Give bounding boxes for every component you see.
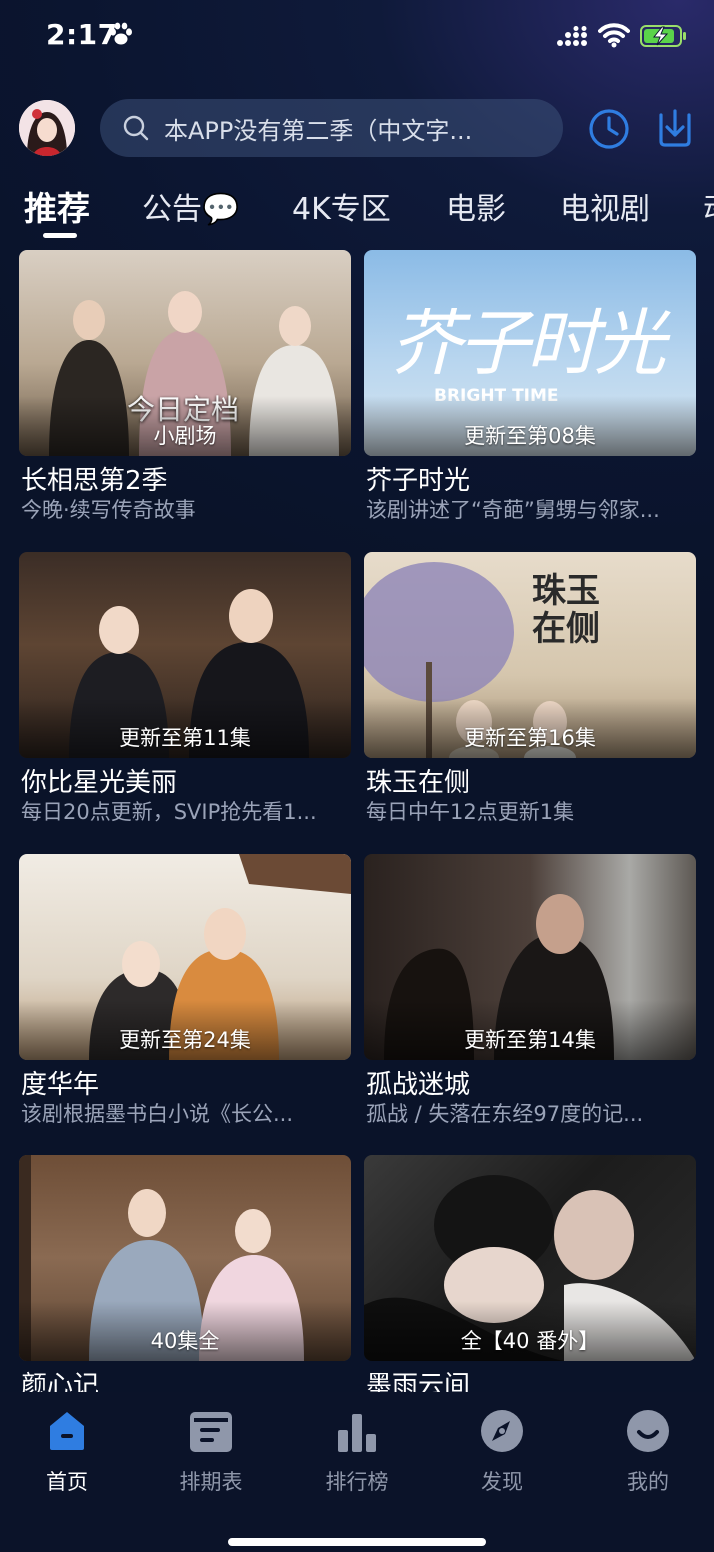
episode-badge: 更新至第08集: [464, 424, 596, 448]
card-title: 芥子时光: [366, 466, 471, 496]
nav-schedule[interactable]: 排期表: [161, 1408, 261, 1496]
home-icon: [50, 1412, 84, 1450]
home-indicator[interactable]: [228, 1538, 486, 1546]
compass-icon: [481, 1410, 523, 1452]
battery-charging-icon: [640, 25, 686, 47]
episode-badge: 更新至第24集: [119, 1028, 251, 1052]
video-card[interactable]: 芥子时光 BRIGHT TIME 更新至第08集 芥子时光 该剧讲述了“奇葩”舅…: [364, 250, 696, 522]
nav-label: 我的: [627, 1470, 669, 1494]
card-title: 你比星光美丽: [21, 768, 178, 798]
episode-badge: 40集全: [150, 1329, 220, 1353]
poster-image: 芥子时光 BRIGHT TIME 更新至第08集: [364, 250, 696, 456]
cellular-signal-icon: [557, 26, 587, 46]
nav-label: 排期表: [179, 1470, 243, 1494]
card-subtitle: 孤战 / 失落在东经97度的记...: [366, 1102, 644, 1126]
card-subtitle: 今晚·续写传奇故事: [21, 498, 196, 522]
tab-recommend[interactable]: 推荐: [24, 182, 90, 230]
category-tabs: 推荐 公告💬 4K专区 电影 电视剧 动: [0, 180, 714, 240]
episode-badge: 小剧场: [153, 424, 217, 448]
paw-icon: [110, 22, 132, 45]
search-icon: [123, 115, 149, 141]
nav-home[interactable]: 首页: [17, 1408, 117, 1496]
card-subtitle: 每日中午12点更新1集: [366, 800, 575, 824]
search-placeholder: 本APP没有第二季（中文字...: [164, 116, 473, 145]
nav-label: 首页: [46, 1470, 88, 1494]
tab-tv-series[interactable]: 电视剧: [560, 184, 650, 228]
nav-label: 发现: [481, 1470, 523, 1494]
poster-caption: 芥子时光: [390, 301, 666, 385]
poster-caption: 珠玉在侧: [532, 571, 600, 649]
card-subtitle: 每日20点更新，SVIP抢先看1...: [21, 800, 317, 824]
active-tab-indicator: [43, 233, 77, 238]
card-title: 孤战迷城: [366, 1070, 471, 1100]
video-card[interactable]: 40集全 颜心记: [19, 1155, 351, 1401]
status-time: 2:17: [46, 18, 118, 51]
card-subtitle: 该剧根据墨书白小说《长公...: [21, 1102, 294, 1126]
episode-badge: 更新至第14集: [464, 1028, 596, 1052]
poster-image: 全【40 番外】: [364, 1155, 696, 1361]
video-card[interactable]: 珠玉在侧 更新至第16集 珠玉在侧 每日中午12点更新1集: [364, 552, 696, 824]
download-icon[interactable]: [653, 105, 697, 149]
episode-badge: 更新至第11集: [119, 726, 251, 750]
tab-4k[interactable]: 4K专区: [292, 184, 391, 228]
poster-image: 更新至第14集: [364, 854, 696, 1060]
poster-image: 今日定档 小剧场: [19, 250, 351, 456]
poster-image: 更新至第11集: [19, 552, 351, 758]
nav-profile[interactable]: 我的: [598, 1408, 698, 1496]
video-card[interactable]: 更新至第11集 你比星光美丽 每日20点更新，SVIP抢先看1...: [19, 552, 351, 824]
video-card[interactable]: 更新至第14集 孤战迷城 孤战 / 失落在东经97度的记...: [364, 854, 696, 1126]
episode-badge: 更新至第16集: [464, 726, 596, 750]
nav-label: 排行榜: [325, 1470, 389, 1494]
bottom-navigation: 首页 排期表 排行榜 发现 我的: [0, 1392, 714, 1552]
search-bar[interactable]: 本APP没有第二季（中文字...: [100, 99, 563, 157]
history-clock-icon[interactable]: [587, 107, 631, 151]
wifi-icon: [598, 23, 630, 48]
avatar-image: [19, 100, 75, 156]
nav-ranking[interactable]: 排行榜: [307, 1408, 407, 1496]
card-title: 度华年: [21, 1070, 100, 1100]
tab-announcement[interactable]: 公告💬: [142, 184, 239, 228]
profile-icon: [627, 1410, 669, 1452]
video-card[interactable]: 全【40 番外】 墨雨云间: [364, 1155, 696, 1401]
episode-badge: 全【40 番外】: [460, 1329, 600, 1353]
ranking-icon: [338, 1414, 376, 1452]
card-subtitle: 该剧讲述了“奇葩”舅甥与邻家...: [366, 498, 660, 522]
tab-anime[interactable]: 动: [703, 184, 714, 228]
poster-image: 更新至第24集: [19, 854, 351, 1060]
video-card[interactable]: 今日定档 小剧场 长相思第2季 今晚·续写传奇故事: [19, 250, 351, 522]
calendar-icon: [190, 1412, 232, 1452]
poster-image: 40集全: [19, 1155, 351, 1361]
status-bar: 2:17: [0, 0, 714, 80]
tab-movies[interactable]: 电影: [446, 184, 506, 228]
video-card[interactable]: 更新至第24集 度华年 该剧根据墨书白小说《长公...: [19, 854, 351, 1126]
poster-image: 珠玉在侧 更新至第16集: [364, 552, 696, 758]
card-title: 长相思第2季: [21, 466, 168, 496]
card-title: 珠玉在侧: [366, 768, 471, 798]
nav-discover[interactable]: 发现: [452, 1408, 552, 1496]
avatar[interactable]: [19, 100, 75, 156]
